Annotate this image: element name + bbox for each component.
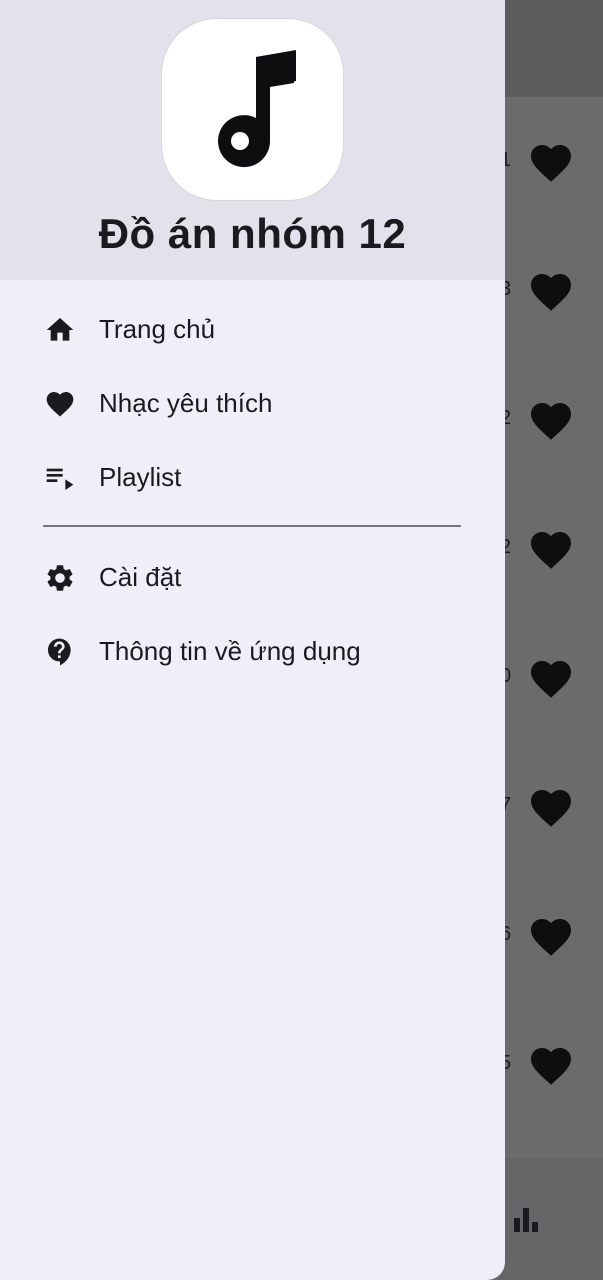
- heart-icon: [531, 403, 571, 440]
- menu-item-label: Nhạc yêu thích: [99, 388, 273, 418]
- heart-icon: [531, 1048, 571, 1085]
- menu-item-settings[interactable]: Cài đặt: [0, 547, 505, 607]
- app-title: Đồ án nhóm 12: [98, 210, 407, 257]
- heart-icon: [531, 274, 571, 311]
- help-icon: [48, 638, 71, 666]
- menu-item-about[interactable]: Thông tin về ứng dụng: [0, 621, 505, 681]
- playlist-icon: [46, 468, 74, 490]
- music-note-icon: [218, 50, 296, 168]
- menu-item-favorites[interactable]: Nhạc yêu thích: [0, 373, 505, 433]
- heart-icon: [531, 532, 571, 569]
- app-logo: [161, 18, 344, 201]
- menu-item-label: Playlist: [99, 462, 182, 492]
- home-icon: [46, 318, 74, 341]
- menu-item-label: Thông tin về ứng dụng: [99, 636, 361, 666]
- menu-item-home[interactable]: Trang chủ: [0, 299, 505, 359]
- heart-icon: [531, 790, 571, 827]
- settings-gear-icon: [47, 565, 73, 591]
- menu-divider: [43, 525, 461, 527]
- navigation-drawer: Đồ án nhóm 12 Trang chủ Nhạc yêu thích P…: [0, 0, 505, 1280]
- heart-icon: [531, 661, 571, 698]
- menu-item-playlist[interactable]: Playlist: [0, 447, 505, 507]
- menu-item-label: Cài đặt: [99, 562, 182, 592]
- heart-icon: [46, 392, 74, 417]
- bar-chart-icon: [514, 1208, 538, 1232]
- menu-item-label: Trang chủ: [99, 314, 216, 344]
- heart-icon: [531, 919, 571, 956]
- heart-icon: [531, 145, 571, 182]
- drawer-header: Đồ án nhóm 12: [0, 0, 505, 280]
